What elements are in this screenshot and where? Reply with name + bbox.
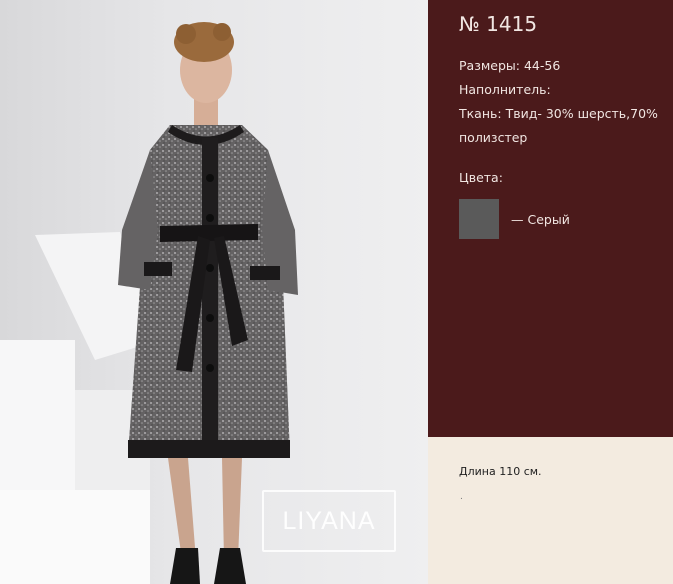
right-leg bbox=[222, 458, 242, 560]
belt bbox=[160, 224, 258, 242]
right-shoe bbox=[214, 548, 246, 584]
brand-logo-text: LIYANA bbox=[282, 506, 376, 535]
product-photo: LIYANA bbox=[0, 0, 428, 584]
product-number: № 1415 bbox=[459, 12, 538, 36]
color-option-label: — Серый bbox=[511, 211, 570, 227]
left-shoe bbox=[170, 548, 200, 584]
hem-trim bbox=[128, 440, 290, 458]
left-leg bbox=[168, 458, 196, 560]
product-fabric: Ткань: Твид- 30% шерсть,70% полизстер bbox=[459, 106, 658, 145]
placket bbox=[202, 138, 218, 456]
colors-label: Цвета: bbox=[459, 170, 503, 185]
product-info-panel: № 1415 Размеры: 44-56 Наполнитель: Ткань… bbox=[428, 0, 673, 437]
color-option[interactable]: — Серый bbox=[459, 199, 673, 239]
color-swatch[interactable] bbox=[459, 199, 499, 239]
backdrop-block-base bbox=[0, 490, 150, 584]
brand-logo: LIYANA bbox=[262, 490, 396, 552]
footnote-mark: . bbox=[460, 492, 463, 502]
product-length: Длина 110 см. bbox=[459, 465, 542, 478]
product-sizes: Размеры: 44-56 bbox=[459, 58, 561, 73]
product-filling: Наполнитель: bbox=[459, 82, 551, 97]
